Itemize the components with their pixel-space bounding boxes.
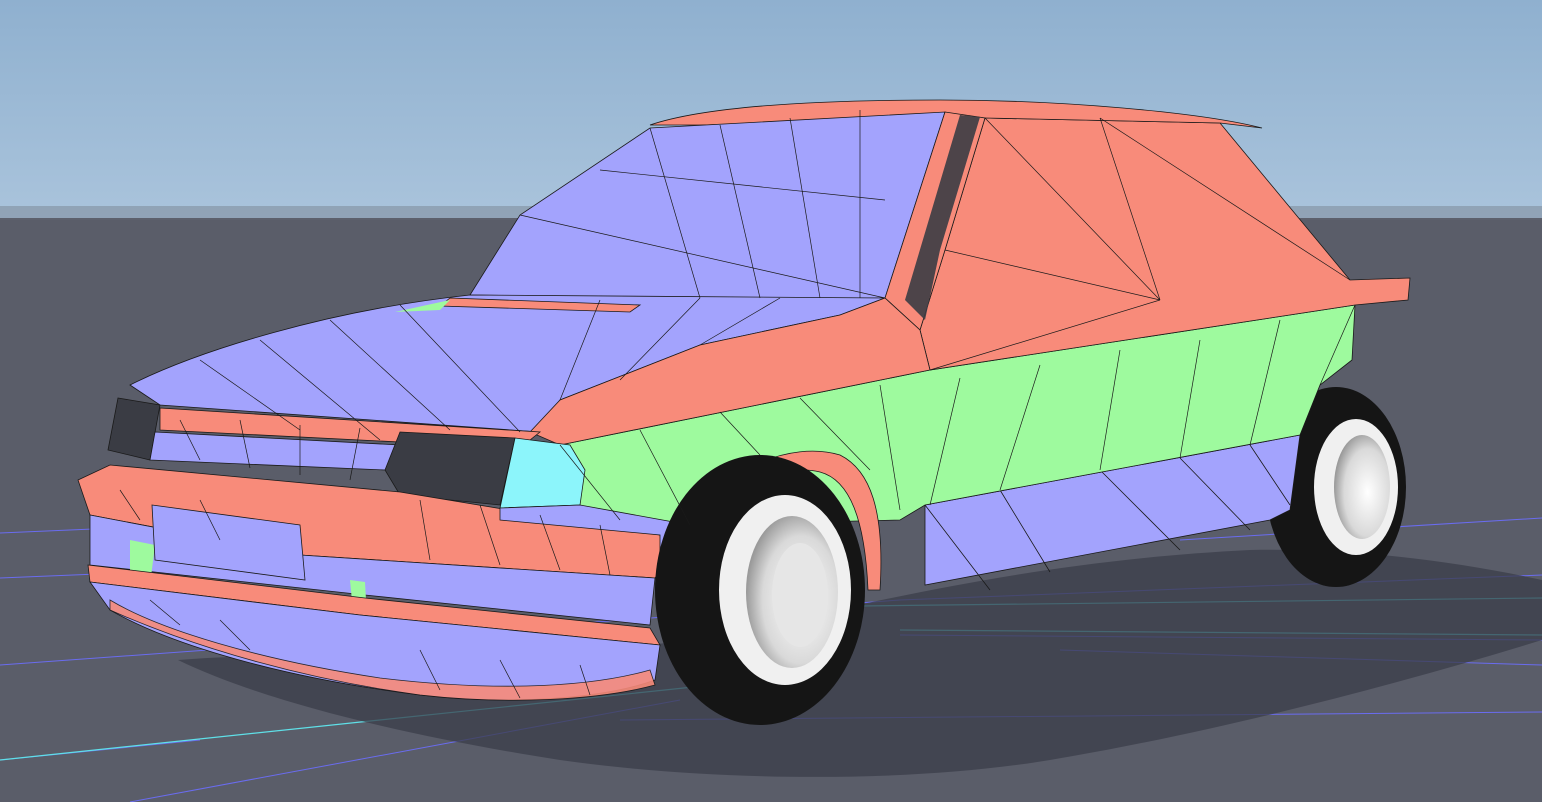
front-wheel[interactable] (655, 455, 865, 725)
3d-viewport[interactable] (0, 0, 1542, 802)
turn-signal (499, 437, 586, 509)
scene-canvas[interactable] (0, 0, 1542, 802)
